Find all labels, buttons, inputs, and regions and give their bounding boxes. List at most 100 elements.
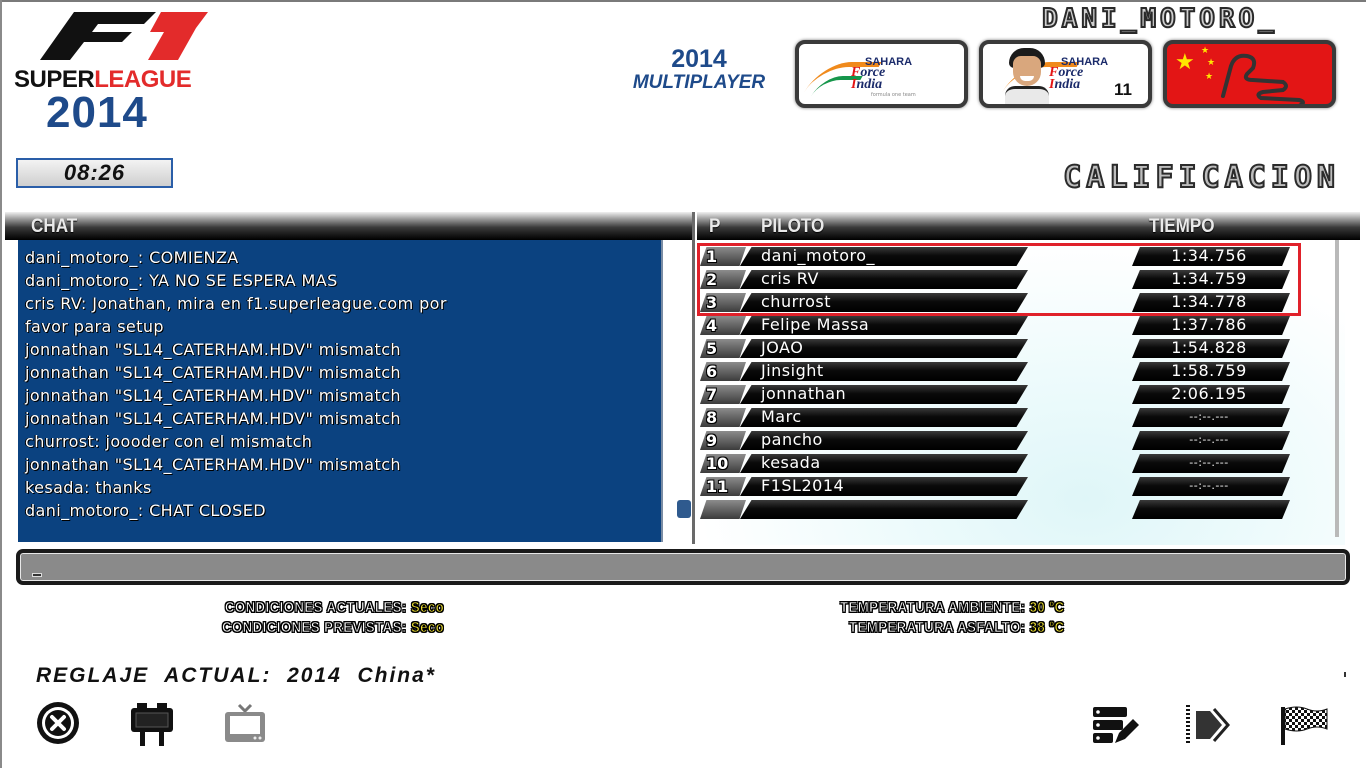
forecast-conditions-value: Seco xyxy=(410,619,445,637)
chat-message: kesada: thanks xyxy=(25,478,152,497)
lap-time: --:--.--- xyxy=(1189,410,1229,423)
driver-name: dani_motoro_ xyxy=(761,246,875,265)
result-row[interactable]: 3 churrost 1:34.778 xyxy=(700,292,1300,313)
tv-icon xyxy=(225,703,265,742)
lap-time: 1:34.778 xyxy=(1171,292,1247,311)
chat-message: churrost: joooder con el mismatch xyxy=(25,432,313,451)
chat-messages: dani_motoro_: COMIENZA dani_motoro_: YA N… xyxy=(18,240,661,522)
result-row[interactable]: 1 dani_motoro_ 1:34.756 xyxy=(700,246,1300,267)
chat-message: dani_motoro_: YA NO SE ESPERA MAS xyxy=(25,271,338,290)
checkered-flag-icon xyxy=(1281,706,1328,745)
current-conditions-label: CONDICIONES ACTUALES: xyxy=(224,599,407,617)
driver-card[interactable]: SAHARA Force India 11 xyxy=(979,40,1152,108)
car-number: 11 xyxy=(1114,80,1132,99)
driver-name: Felipe Massa xyxy=(761,315,870,334)
chat-message: jonnathan "SL14_CATERHAM.HDV" mismatch xyxy=(25,386,401,405)
chat-message: jonnathan "SL14_CATERHAM.HDV" mismatch xyxy=(25,340,401,359)
chat-input[interactable] xyxy=(20,553,1346,581)
mode-label: 2014 MULTIPLAYER xyxy=(624,46,774,94)
force-india-logo-icon: SAHARA Force India formula one team xyxy=(804,52,953,100)
driver-portrait-icon xyxy=(1005,46,1049,104)
mode-year: 2014 xyxy=(671,45,727,73)
result-row[interactable]: 10 kesada --:--.--- xyxy=(700,453,1300,474)
lap-time: --:--.--- xyxy=(1189,479,1229,492)
setup-edit-icon xyxy=(1093,707,1139,743)
result-row[interactable] xyxy=(700,499,1300,520)
driver-name-bar xyxy=(740,500,1028,519)
clock-time: 08:26 xyxy=(63,160,126,185)
garage-sign-icon xyxy=(131,703,173,746)
header-time: TIEMPO xyxy=(1149,216,1215,237)
header-driver: PILOTO xyxy=(761,216,825,237)
results-scrollbar[interactable] xyxy=(1335,240,1339,537)
session-title: CALIFICACION xyxy=(1062,159,1340,196)
team-subtitle: formula one team xyxy=(871,92,916,98)
position-number: 9 xyxy=(706,431,718,450)
lap-time: 1:54.828 xyxy=(1171,338,1247,357)
setup-edit-button[interactable] xyxy=(1088,700,1142,750)
chat-message: cris RV: Jonathan, mira en f1.superleagu… xyxy=(25,294,447,313)
logo-year: 2014 xyxy=(46,88,148,137)
track-temperature-label: TEMPERATURA ASFALTO: xyxy=(849,619,1026,637)
position-number: 4 xyxy=(706,316,718,335)
player-name-banner: DANI_MOTORO_ xyxy=(1041,3,1278,35)
lap-time: 1:58.759 xyxy=(1171,361,1247,380)
team-name: Force India xyxy=(1049,65,1084,92)
weather-conditions: CONDICIONES ACTUALES: Seco CONDICIONES P… xyxy=(222,598,444,638)
input-cursor xyxy=(32,573,42,577)
lap-time: --:--.--- xyxy=(1189,456,1229,469)
position-number: 1 xyxy=(706,247,718,266)
lap-time: 2:06.195 xyxy=(1171,384,1247,403)
close-circle-icon xyxy=(37,702,79,744)
driver-name: churrost xyxy=(761,292,831,311)
track-card[interactable]: ★ ★ ★ ★ xyxy=(1163,40,1336,108)
setup-label: REGLAJE ACTUAL: xyxy=(36,664,272,687)
result-row[interactable]: 8 Marc --:--.--- xyxy=(700,407,1300,428)
lap-time: 1:34.756 xyxy=(1171,246,1247,265)
decorative-mark xyxy=(1344,672,1346,677)
result-row[interactable]: 4 Felipe Massa 1:37.786 xyxy=(700,315,1300,336)
chat-header-label: CHAT xyxy=(31,216,78,237)
garage-button[interactable] xyxy=(125,700,179,750)
position-number: 2 xyxy=(706,270,718,289)
exit-button[interactable] xyxy=(31,700,85,750)
mode-type: MULTIPLAYER xyxy=(632,72,766,93)
forecast-conditions-label: CONDICIONES PREVISTAS: xyxy=(222,619,407,637)
tv-button[interactable] xyxy=(218,700,272,750)
header-position: P xyxy=(709,216,721,237)
window-frame-top xyxy=(0,0,1366,2)
drive-button[interactable] xyxy=(1182,700,1236,750)
race-button[interactable] xyxy=(1276,700,1330,750)
results-header: P PILOTO TIEMPO xyxy=(697,212,1360,240)
result-row[interactable]: 5 JOAO 1:54.828 xyxy=(700,338,1300,359)
result-row[interactable]: 7 jonnathan 2:06.195 xyxy=(700,384,1300,405)
chat-header: CHAT xyxy=(5,212,693,240)
driver-name: jonnathan xyxy=(761,384,847,403)
position-number: 8 xyxy=(706,408,718,427)
chat-message: favor para setup xyxy=(25,317,164,336)
result-row[interactable]: 11 F1SL2014 --:--.--- xyxy=(700,476,1300,497)
track-temperature-value: 38 ºC xyxy=(1029,619,1065,637)
chat-log[interactable]: dani_motoro_: COMIENZA dani_motoro_: YA N… xyxy=(18,240,663,542)
f1-superleague-logo: SUPERLEAGUE 2014 xyxy=(14,8,234,137)
chat-input-bar[interactable] xyxy=(16,549,1350,585)
window-frame-left xyxy=(0,0,2,768)
driver-name: cris RV xyxy=(761,269,819,288)
result-row[interactable]: 2 cris RV 1:34.759 xyxy=(700,269,1300,290)
ambient-temperature-label: TEMPERATURA AMBIENTE: xyxy=(840,599,1026,617)
chat-scrollbar-thumb[interactable] xyxy=(677,500,691,518)
result-row[interactable]: 9 pancho --:--.--- xyxy=(700,430,1300,451)
session-clock: 08:26 xyxy=(16,158,173,188)
team-name-india: ndia xyxy=(1054,77,1081,92)
temperatures: TEMPERATURA AMBIENTE: 30 ºC TEMPERATURA … xyxy=(840,598,1065,638)
driver-name: Marc xyxy=(761,407,802,426)
lap-time: --:--.--- xyxy=(1189,433,1229,446)
result-row[interactable]: 6 Jinsight 1:58.759 xyxy=(700,361,1300,382)
team-card[interactable]: SAHARA Force India formula one team xyxy=(795,40,968,108)
position-number: 7 xyxy=(706,385,718,404)
position-number: 10 xyxy=(706,454,729,473)
team-name: Force India xyxy=(851,65,886,92)
setup-value: 2014 China* xyxy=(287,664,436,687)
position-number: 6 xyxy=(706,362,718,381)
position-number: 11 xyxy=(706,477,729,496)
